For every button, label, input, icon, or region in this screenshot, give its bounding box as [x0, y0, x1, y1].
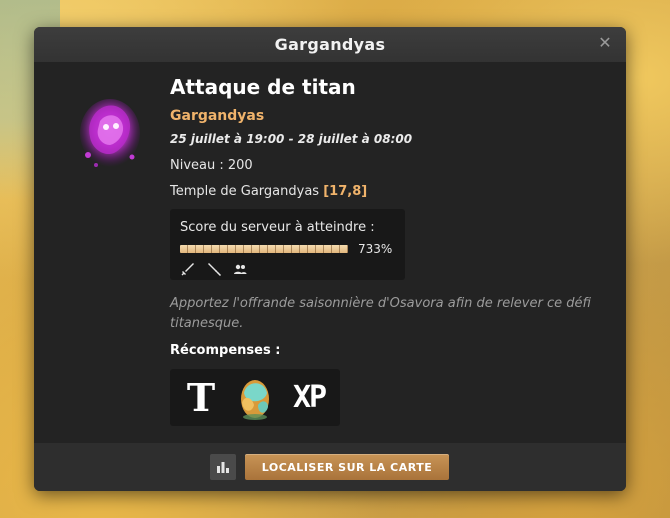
location-name: Temple de Gargandyas — [170, 184, 320, 199]
xp-reward-text: XP — [292, 380, 327, 415]
dialog-footer: LOCALISER SUR LA CARTE — [34, 443, 626, 491]
server-score-box: Score du serveur à atteindre : 733% — [170, 209, 405, 280]
dagger-icon — [208, 263, 222, 277]
event-dialog: Gargandyas ✕ Attaque de titan Gargandyas — [34, 27, 626, 491]
score-progress-ticks — [180, 245, 348, 253]
rewards-label: Récompenses : — [170, 343, 281, 358]
group-icon — [234, 264, 247, 274]
egg-reward-icon[interactable] — [230, 373, 280, 423]
dialog-title: Gargandyas — [274, 35, 386, 54]
title-reward-text: T — [186, 375, 216, 420]
xp-reward-icon[interactable]: XP — [284, 373, 334, 423]
event-location: Temple de Gargandyas [17,8] — [170, 183, 600, 201]
locate-on-map-button[interactable]: LOCALISER SUR LA CARTE — [245, 454, 449, 480]
event-description: Apportez l'offrande saisonnière d'Osavor… — [170, 296, 591, 331]
level-label: Niveau : — [170, 158, 224, 173]
bar-chart-icon — [217, 462, 229, 473]
dialog-titlebar[interactable]: Gargandyas ✕ — [34, 27, 626, 62]
stats-button[interactable] — [210, 454, 236, 480]
event-content: Attaque de titan Gargandyas 25 juillet à… — [170, 72, 600, 426]
score-icons — [180, 261, 248, 277]
title-reward-icon[interactable]: T — [176, 373, 226, 423]
event-dates: 25 juillet à 19:00 - 28 juillet à 08:00 — [170, 132, 413, 146]
location-coords[interactable]: [17,8] — [323, 184, 367, 199]
event-level: Niveau : 200 — [170, 157, 600, 175]
close-icon[interactable]: ✕ — [596, 34, 614, 52]
score-percent: 733% — [358, 242, 393, 256]
rewards-box: T XP — [170, 369, 340, 426]
titan-event-icon — [74, 93, 146, 173]
event-subtitle: Gargandyas — [170, 108, 265, 124]
sword-icon — [181, 263, 194, 276]
event-title: Attaque de titan — [170, 75, 356, 99]
level-value: 200 — [227, 158, 253, 173]
score-progress-bar — [180, 245, 348, 253]
score-label: Score du serveur à atteindre : — [180, 220, 375, 235]
